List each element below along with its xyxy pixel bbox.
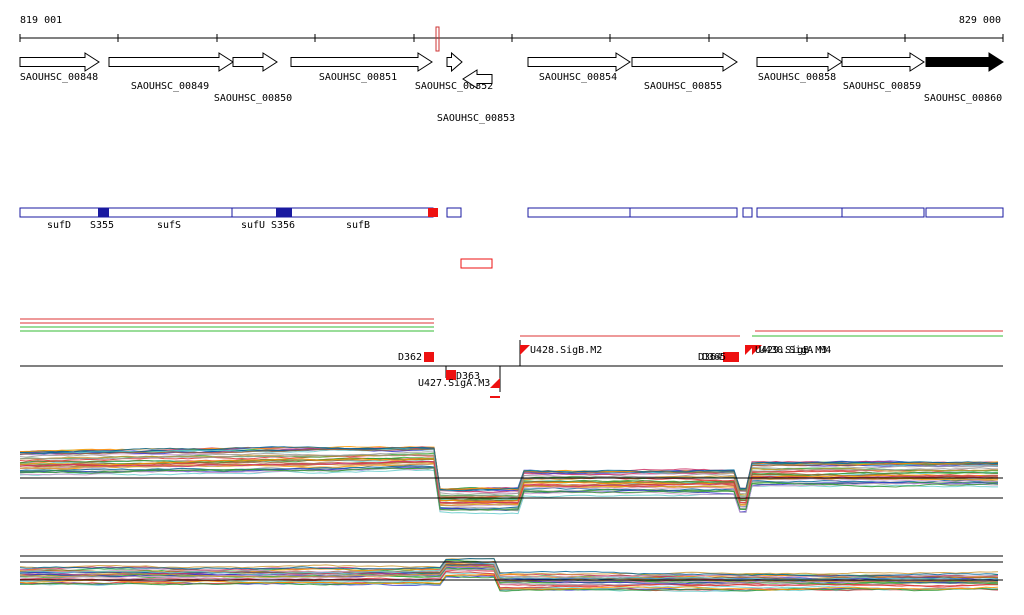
gene-track: SAOUHSC_00848 SAOUHSC_00849 SAOUHSC_00850 S… xyxy=(19,51,1004,124)
expression-track-2 xyxy=(19,555,1003,593)
operon-segment xyxy=(19,207,434,218)
genome-browser-view: 819 001 829 000 SAOUHSC_00848 SAOUHSC_008… xyxy=(0,0,1024,611)
transcript-track: D362D363U427.SigA.M3U428.SigB.M2D364D365… xyxy=(20,318,1003,398)
gene-arrow-g852 xyxy=(446,51,463,73)
promoter-flag xyxy=(490,378,500,388)
promoter-label: U430.SigA.M4 xyxy=(759,345,831,356)
srna-block-s356 xyxy=(276,208,292,217)
gene-label-g859: SAOUHSC_00859 xyxy=(843,81,921,92)
gene-label-g858: SAOUHSC_00858 xyxy=(758,72,836,83)
gene-arrow-g848 xyxy=(19,52,100,72)
gene-arrow-g860 xyxy=(925,52,1004,72)
gene-label-g851: SAOUHSC_00851 xyxy=(319,72,397,83)
gene-arrow-g854 xyxy=(527,52,631,72)
operon-label: S356 xyxy=(271,220,295,231)
promoter-label: U428.SigB.M2 xyxy=(530,345,602,356)
srna-block-s355 xyxy=(98,208,109,217)
gene-arrow-g855 xyxy=(631,52,738,72)
operon-label: sufD xyxy=(47,220,71,231)
gene-label-g860: SAOUHSC_00860 xyxy=(924,93,1002,104)
gene-label-g854: SAOUHSC_00854 xyxy=(539,72,617,83)
gene-label-g855: SAOUHSC_00855 xyxy=(644,81,722,92)
promoter-box xyxy=(424,352,434,362)
expression-track-1 xyxy=(19,445,1003,515)
coordinate-ruler: 819 001 829 000 xyxy=(19,15,1004,52)
gene-arrow-g851 xyxy=(290,52,433,72)
genome-track-canvas: 819 001 829 000 SAOUHSC_00848SAOUHSC_008… xyxy=(19,15,1004,593)
end-coordinate: 829 000 xyxy=(959,15,1001,26)
gene-arrow-g859 xyxy=(841,52,925,72)
gene-label-g850: SAOUHSC_00850 xyxy=(214,93,292,104)
operon-segment xyxy=(742,207,753,218)
gene-arrow-g858 xyxy=(756,52,843,72)
selected-region-box[interactable] xyxy=(460,258,493,269)
operon-label: S355 xyxy=(90,220,114,231)
gene-label-g849: SAOUHSC_00849 xyxy=(131,81,209,92)
operon-highlight-block xyxy=(428,208,438,217)
promoter-label: D362 xyxy=(398,352,422,363)
promoter-label: U427.SigA.M3 xyxy=(418,378,490,389)
operon-segment xyxy=(756,207,843,218)
promoter-label: D365 xyxy=(702,352,726,363)
operon-segment xyxy=(527,207,631,218)
operon-segment xyxy=(925,207,1004,218)
operon-segment xyxy=(446,207,462,218)
gene-arrow-g850 xyxy=(232,52,278,72)
operon-label: sufU xyxy=(241,220,265,231)
viewport-marker[interactable] xyxy=(435,26,440,52)
gene-arrow-g849 xyxy=(108,52,234,72)
operon-track: sufD S355 sufS sufU S356 sufB xyxy=(19,207,1004,231)
gene-label-g848: SAOUHSC_00848 xyxy=(20,72,98,83)
promoter-flag xyxy=(520,345,530,355)
operon-segment xyxy=(629,207,738,218)
start-coordinate: 819 001 xyxy=(20,15,62,26)
operon-label: sufB xyxy=(346,220,370,231)
gene-label-g853: SAOUHSC_00853 xyxy=(437,113,515,124)
operon-segment xyxy=(841,207,925,218)
operon-label: sufS xyxy=(157,220,181,231)
